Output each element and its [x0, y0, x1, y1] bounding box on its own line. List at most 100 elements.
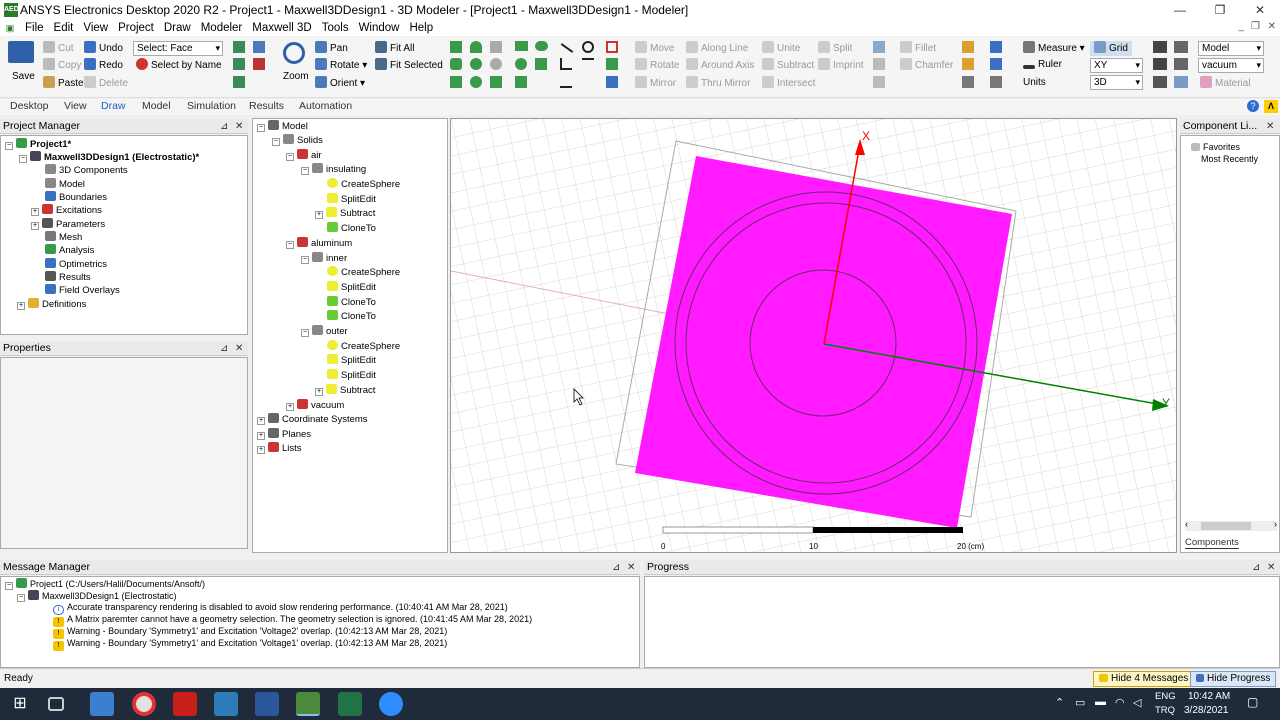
fit-all-button[interactable]: Fit All: [390, 43, 414, 54]
symmetry-plane-face[interactable]: [635, 156, 1012, 528]
pin-icon[interactable]: ⊿: [220, 341, 228, 356]
expand-icon[interactable]: +: [257, 446, 265, 454]
draw-torus-icon[interactable]: [490, 41, 502, 53]
collapse-icon[interactable]: −: [301, 256, 309, 264]
tree-op-splitedit[interactable]: SplitEdit: [327, 281, 376, 294]
plane-dropdown[interactable]: XY: [1090, 58, 1143, 73]
draw-rectangle-icon[interactable]: [515, 41, 528, 51]
draw-equation-curve-icon[interactable]: [582, 58, 594, 70]
tab-results[interactable]: Results: [249, 100, 284, 112]
around-axis-button[interactable]: Around Axis: [701, 60, 754, 71]
hide-progress-button[interactable]: Hide Progress: [1190, 671, 1277, 687]
select-by-name-button[interactable]: Select by Name: [151, 60, 222, 71]
tree-mesh[interactable]: Mesh: [45, 231, 82, 244]
draw-line-icon[interactable]: [560, 43, 574, 53]
windows-start-icon[interactable]: ⊞: [8, 692, 32, 716]
menu-window[interactable]: Window: [354, 20, 405, 36]
help-icon[interactable]: ?: [1247, 100, 1259, 112]
expand-icon[interactable]: +: [31, 208, 39, 216]
clock-date[interactable]: 3/28/2021: [1184, 705, 1229, 716]
calculator-icon[interactable]: [214, 692, 238, 716]
rotate-view-button[interactable]: Rotate: [330, 60, 359, 71]
save-button[interactable]: Save: [12, 70, 35, 84]
tree-definitions[interactable]: + Definitions: [17, 298, 86, 311]
collapse-icon[interactable]: −: [257, 124, 265, 132]
dimension-dropdown[interactable]: 3D: [1090, 75, 1143, 90]
draw-circle-icon[interactable]: [515, 58, 527, 70]
input-language[interactable]: ENG: [1155, 691, 1176, 702]
expand-icon[interactable]: +: [17, 302, 25, 310]
tab-view[interactable]: View: [64, 100, 87, 112]
select-edge-icon[interactable]: [233, 58, 245, 70]
cut-button[interactable]: Cut: [58, 43, 74, 54]
expand-icon[interactable]: +: [257, 432, 265, 440]
tree-op-subtract[interactable]: + Subtract: [315, 384, 375, 397]
sweep-icon[interactable]: [873, 41, 885, 53]
material-button[interactable]: Material: [1215, 78, 1251, 89]
intersect-button[interactable]: Intersect: [777, 78, 815, 89]
tree-op-createsphere[interactable]: CreateSphere: [327, 178, 400, 191]
thicken-icon[interactable]: [873, 58, 885, 70]
collapse-icon[interactable]: −: [19, 155, 27, 163]
point-icon[interactable]: [606, 58, 618, 70]
zoom-button[interactable]: Zoom: [283, 70, 309, 84]
material-model-dropdown[interactable]: Model: [1198, 41, 1264, 56]
tree-node-lists[interactable]: + Lists: [257, 442, 302, 455]
clock-time[interactable]: 10:42 AM: [1188, 691, 1230, 702]
pan-button[interactable]: Pan: [330, 43, 348, 54]
tree-op-subtract[interactable]: + Subtract: [315, 207, 375, 220]
view-option-icon[interactable]: [1153, 41, 1167, 53]
tree-node-insulating[interactable]: − insulating: [301, 163, 366, 176]
mdi-minimize-icon[interactable]: _: [1238, 21, 1244, 32]
draw-equation-surface-icon[interactable]: [515, 76, 527, 88]
paste-button[interactable]: Paste: [58, 78, 84, 89]
input-language-sub[interactable]: TRQ: [1155, 705, 1175, 716]
rotate-object-button[interactable]: Rotate: [650, 60, 679, 71]
tray-chevron-icon[interactable]: ⌃: [1055, 696, 1064, 709]
draw-arc-icon[interactable]: [582, 41, 594, 53]
grid-button[interactable]: Grid: [1109, 43, 1128, 54]
draw-sphere-icon[interactable]: [470, 58, 482, 70]
tree-results[interactable]: Results: [45, 271, 91, 284]
maximize-button[interactable]: ❐: [1200, 0, 1240, 20]
tree-field-overlays[interactable]: Field Overlays: [45, 284, 120, 297]
tree-node-air[interactable]: − air: [286, 149, 322, 162]
tree-op-splitedit[interactable]: SplitEdit: [327, 369, 376, 382]
collapse-icon[interactable]: −: [17, 594, 25, 602]
tray-network-icon[interactable]: ▭: [1075, 696, 1085, 709]
tree-model[interactable]: Model: [45, 178, 85, 191]
collapse-icon[interactable]: −: [5, 582, 13, 590]
pin-icon[interactable]: ⊿: [1252, 560, 1260, 575]
collapse-icon[interactable]: −: [301, 329, 309, 337]
tree-boundaries[interactable]: Boundaries: [45, 191, 107, 204]
select-multi-icon[interactable]: [233, 76, 245, 88]
snap-icon[interactable]: [990, 76, 1002, 88]
undo-button[interactable]: Undo: [99, 43, 123, 54]
mdi-close-icon[interactable]: ✕: [1268, 21, 1276, 32]
close-panel-icon[interactable]: ✕: [1267, 560, 1275, 575]
draw-polyhedron-icon[interactable]: [450, 76, 462, 88]
axis-icon[interactable]: [990, 41, 1002, 53]
close-panel-icon[interactable]: ✕: [235, 119, 243, 134]
tree-node-planes[interactable]: + Planes: [257, 428, 311, 441]
material-dropdown[interactable]: vacuum: [1198, 58, 1264, 73]
tree-op-splitedit[interactable]: SplitEdit: [327, 193, 376, 206]
ruler-button[interactable]: Ruler: [1038, 59, 1062, 70]
expand-icon[interactable]: +: [315, 211, 323, 219]
tab-automation[interactable]: Automation: [299, 100, 352, 112]
scroll-left-icon[interactable]: ‹: [1185, 519, 1188, 529]
tab-desktop[interactable]: Desktop: [10, 100, 49, 112]
expand-icon[interactable]: +: [31, 222, 39, 230]
task-view-icon[interactable]: [48, 697, 64, 711]
close-button[interactable]: ✕: [1240, 0, 1280, 20]
3d-viewport[interactable]: X Y 0 10 20 (cm): [450, 118, 1177, 553]
object-cs-icon[interactable]: [962, 76, 974, 88]
select-face-icon[interactable]: [253, 41, 265, 53]
collapse-icon[interactable]: −: [286, 153, 294, 161]
menu-file[interactable]: File: [20, 20, 49, 36]
hide-icon[interactable]: [1153, 58, 1167, 70]
menu-edit[interactable]: Edit: [49, 20, 79, 36]
menu-draw[interactable]: Draw: [159, 20, 196, 36]
thru-mirror-button[interactable]: Thru Mirror: [701, 78, 750, 89]
close-panel-icon[interactable]: ✕: [627, 560, 635, 575]
